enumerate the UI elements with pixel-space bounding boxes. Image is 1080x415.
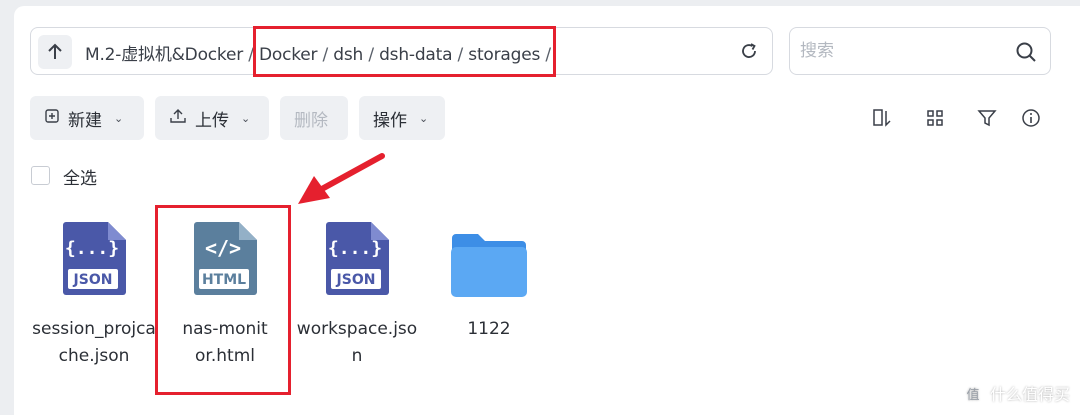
delete-button[interactable]: 删除	[280, 96, 348, 140]
breadcrumb-separator: /	[322, 45, 329, 65]
file-item[interactable]: {...} JSON session_projcache.json	[29, 220, 159, 370]
refresh-icon[interactable]	[736, 38, 762, 64]
upload-button[interactable]: 上传 ⌄	[155, 96, 269, 140]
upload-icon	[169, 108, 187, 129]
file-glyph: </>	[205, 236, 241, 260]
new-button[interactable]: 新建 ⌄	[30, 96, 144, 140]
search-input[interactable]	[800, 38, 1000, 64]
json-file-icon: {...} JSON	[326, 222, 389, 295]
watermark-text: 什么值得买	[989, 385, 1070, 404]
filter-icon[interactable]	[975, 106, 999, 130]
search-icon[interactable]	[1014, 40, 1038, 64]
json-file-icon: {...} JSON	[63, 222, 126, 295]
delete-button-label: 删除	[294, 110, 328, 131]
new-button-label: 新建	[68, 110, 102, 131]
file-name: 1122	[467, 319, 511, 339]
actions-button-label: 操作	[373, 110, 407, 131]
breadcrumb-segment[interactable]: Docker	[259, 45, 318, 65]
path-bar[interactable]: M.2-虚拟机&Docker / Docker / dsh / dsh-data…	[30, 27, 773, 75]
file-glyph: {...}	[328, 238, 382, 259]
breadcrumb-separator: /	[368, 45, 374, 65]
file-name: nas-monitor.html	[182, 319, 268, 366]
file-badge: HTML	[202, 272, 246, 288]
html-file-icon: </> HTML	[194, 222, 257, 295]
breadcrumb: M.2-虚拟机&Docker / Docker / dsh / dsh-data…	[85, 40, 551, 65]
annotation-arrow-icon	[298, 153, 385, 204]
grid-view-icon[interactable]	[923, 106, 947, 130]
new-file-icon	[44, 108, 60, 129]
breadcrumb-segment[interactable]: storages	[468, 45, 540, 65]
breadcrumb-segment[interactable]: dsh-data	[379, 45, 452, 65]
actions-button[interactable]: 操作 ⌄	[359, 96, 445, 140]
breadcrumb-separator: /	[457, 45, 464, 65]
search-box[interactable]	[789, 27, 1051, 75]
file-name: workspace.json	[296, 319, 418, 366]
chevron-down-icon: ⌄	[241, 111, 251, 125]
file-name: session_projcache.json	[32, 319, 156, 366]
watermark: 值 什么值得买	[961, 381, 1070, 405]
select-all-label: 全选	[63, 169, 97, 189]
breadcrumb-segment[interactable]: M.2-虚拟机&Docker	[85, 45, 243, 65]
sort-icon[interactable]	[870, 106, 894, 130]
watermark-logo-icon: 值	[961, 382, 984, 404]
info-icon[interactable]	[1019, 106, 1043, 130]
folder-icon	[451, 234, 527, 297]
select-all-checkbox[interactable]	[31, 166, 50, 185]
chevron-down-icon: ⌄	[419, 111, 429, 125]
breadcrumb-separator: /	[545, 45, 551, 65]
file-item[interactable]: </> HTML nas-monitor.html	[160, 220, 290, 370]
file-item[interactable]: {...} JSON workspace.json	[292, 220, 422, 370]
file-item[interactable]: 1122	[424, 220, 554, 343]
upload-button-label: 上传	[195, 110, 229, 131]
breadcrumb-segment[interactable]: dsh	[333, 45, 363, 65]
breadcrumb-separator: /	[248, 45, 254, 65]
file-glyph: {...}	[65, 238, 119, 259]
file-badge: JSON	[73, 272, 113, 288]
up-arrow-icon[interactable]	[38, 35, 72, 69]
chevron-down-icon: ⌄	[114, 111, 124, 125]
file-badge: JSON	[336, 272, 376, 288]
